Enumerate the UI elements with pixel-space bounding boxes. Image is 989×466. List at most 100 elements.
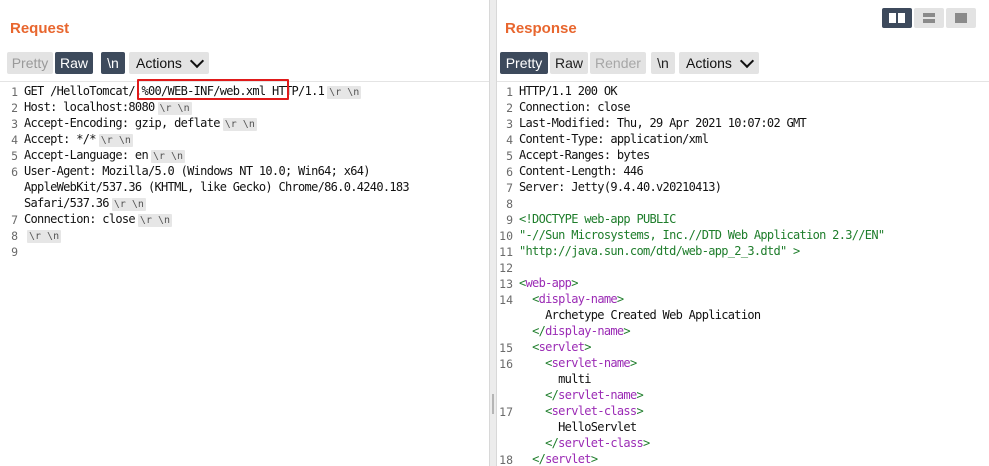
response-pane: Response Pretty Raw Render \n Actions 1H… — [497, 0, 989, 466]
request-line-text: Accept-Encoding: gzip, deflate — [24, 116, 220, 130]
xml-tag-name: display-name — [545, 324, 624, 338]
line-number: 1 — [11, 85, 18, 99]
response-line: </servlet-class> — [519, 436, 650, 450]
request-pretty-button[interactable]: Pretty — [7, 52, 53, 74]
response-line: "http://java.sun.com/dtd/web-app_2_3.dtd… — [519, 244, 800, 258]
layout-single-icon[interactable] — [946, 8, 976, 28]
xml-bracket: > — [636, 404, 643, 418]
response-line: <display-name> — [519, 292, 624, 306]
response-line-text: Accept-Ranges: bytes — [519, 148, 650, 162]
response-line-text: Content-Type: application/xml — [519, 132, 709, 146]
line-number: 17 — [499, 405, 513, 419]
line-number: 2 — [506, 101, 513, 115]
response-line: <!DOCTYPE web-app PUBLIC — [519, 212, 676, 226]
request-raw-button[interactable]: Raw — [55, 52, 93, 74]
layout-switcher — [882, 8, 976, 28]
line-number: 8 — [11, 229, 18, 243]
response-raw-button[interactable]: Raw — [550, 52, 588, 74]
request-line: Accept-Language: en \r \n — [24, 148, 186, 163]
xml-tag-name: web-app — [525, 276, 572, 290]
line-number: 5 — [11, 149, 18, 163]
divider-grip-handle[interactable] — [492, 394, 494, 414]
xml-bracket: </ — [545, 436, 559, 450]
request-line-text: Safari/537.36 — [24, 196, 110, 210]
xml-tag-name: servlet — [538, 340, 585, 354]
request-actions-label: Actions — [136, 55, 182, 71]
xml-bracket: </ — [532, 324, 546, 338]
request-line-text: User-Agent: Mozilla/5.0 (Windows NT 10.0… — [24, 164, 371, 178]
xml-tag-name: servlet-class — [551, 404, 638, 418]
xml-tag-name: servlet — [545, 452, 591, 466]
response-line-text: "http://java.sun.com/dtd/web-app_2_3.dtd… — [519, 244, 800, 258]
request-editor[interactable]: 1 GET /HelloTomcat/.%00/WEB-INF/web.xml H… — [0, 81, 489, 466]
response-line: </servlet-name> — [519, 388, 644, 402]
xml-bracket: </ — [532, 452, 546, 466]
line-number: 6 — [11, 165, 18, 179]
request-line: Connection: close \r \n — [24, 212, 173, 227]
crlf-marker: \r \n — [327, 86, 362, 99]
xml-bracket: > — [584, 340, 591, 354]
line-number: 16 — [499, 357, 513, 371]
chevron-down-icon — [189, 53, 205, 69]
line-number: 7 — [11, 213, 18, 227]
response-line: </display-name> — [519, 324, 631, 338]
line-number: 10 — [499, 229, 513, 243]
response-line: Archetype Created Web Application — [519, 308, 761, 322]
layout-stacked-icon[interactable] — [914, 8, 944, 28]
line-number: 15 — [499, 341, 513, 355]
response-line: Content-Type: application/xml — [519, 132, 709, 146]
line-number: 5 — [506, 149, 513, 163]
response-line-text: Content-Length: 446 — [519, 164, 644, 178]
response-line: multi — [519, 372, 591, 386]
response-line: HelloServlet — [519, 420, 637, 434]
response-line: HTTP/1.1 200 OK — [519, 84, 618, 98]
line-number: 1 — [506, 85, 513, 99]
request-actions-dropdown[interactable]: Actions — [129, 52, 209, 74]
line-number: 6 — [506, 165, 513, 179]
response-render-button[interactable]: Render — [590, 52, 646, 74]
response-line-text: HTTP/1.1 200 OK — [519, 84, 618, 98]
response-line-text: Last-Modified: Thu, 29 Apr 2021 10:07:02… — [519, 116, 807, 130]
response-line: "-//Sun Microsystems, Inc.//DTD Web Appl… — [519, 228, 885, 242]
request-line: Host: localhost:8080 \r \n — [24, 100, 192, 115]
response-title: Response — [505, 20, 577, 37]
xml-tag-name: servlet-name — [551, 356, 631, 370]
line-number: 9 — [506, 213, 513, 227]
response-line: <servlet-class> — [519, 404, 644, 418]
response-line: Connection: close — [519, 100, 631, 114]
response-line: Last-Modified: Thu, 29 Apr 2021 10:07:02… — [519, 116, 807, 130]
crlf-marker: \r \n — [27, 230, 62, 243]
response-pretty-button[interactable]: Pretty — [500, 52, 548, 74]
response-line: <servlet> — [519, 340, 591, 354]
response-newline-button[interactable]: \n — [651, 52, 675, 74]
response-line: </servlet> — [519, 452, 598, 466]
xml-tag-name: display-name — [538, 292, 618, 306]
request-line-text: Accept-Language: en — [24, 148, 149, 162]
crlf-marker: \r \n — [137, 214, 173, 227]
response-line-text: Server: Jetty(9.4.40.v20210413) — [519, 180, 722, 194]
line-number: 13 — [499, 277, 513, 291]
layout-side-by-side-icon[interactable] — [882, 8, 912, 28]
line-number: 2 — [11, 101, 18, 115]
xml-tag-name: servlet-class — [558, 436, 644, 450]
response-actions-dropdown[interactable]: Actions — [679, 52, 759, 74]
xml-bracket: > — [629, 356, 637, 370]
response-line-text: Archetype Created Web Application — [519, 308, 761, 322]
request-line-text: AppleWebKit/537.36 (KHTML, like Gecko) C… — [24, 180, 410, 194]
xml-bracket: > — [623, 324, 630, 338]
response-line-text: HelloServlet — [519, 420, 637, 434]
request-line: Safari/537.36 \r \n — [24, 196, 146, 211]
response-actions-label: Actions — [686, 55, 732, 71]
response-line: <servlet-name> — [519, 356, 637, 370]
xml-bracket: > — [636, 388, 643, 402]
request-line-text: Accept: */* — [24, 132, 96, 146]
response-editor[interactable]: 1 HTTP/1.1 200 OK 2 Connection: close 3 Last-… — [497, 81, 989, 466]
pane-divider[interactable] — [489, 0, 497, 466]
response-line: Content-Length: 446 — [519, 164, 644, 178]
chevron-down-icon — [739, 53, 755, 69]
line-number: 4 — [506, 133, 513, 147]
response-line-text: multi — [519, 372, 591, 386]
xml-bracket: > — [643, 436, 650, 450]
request-newline-button[interactable]: \n — [101, 52, 125, 74]
xml-tag-name: servlet-name — [558, 388, 637, 402]
